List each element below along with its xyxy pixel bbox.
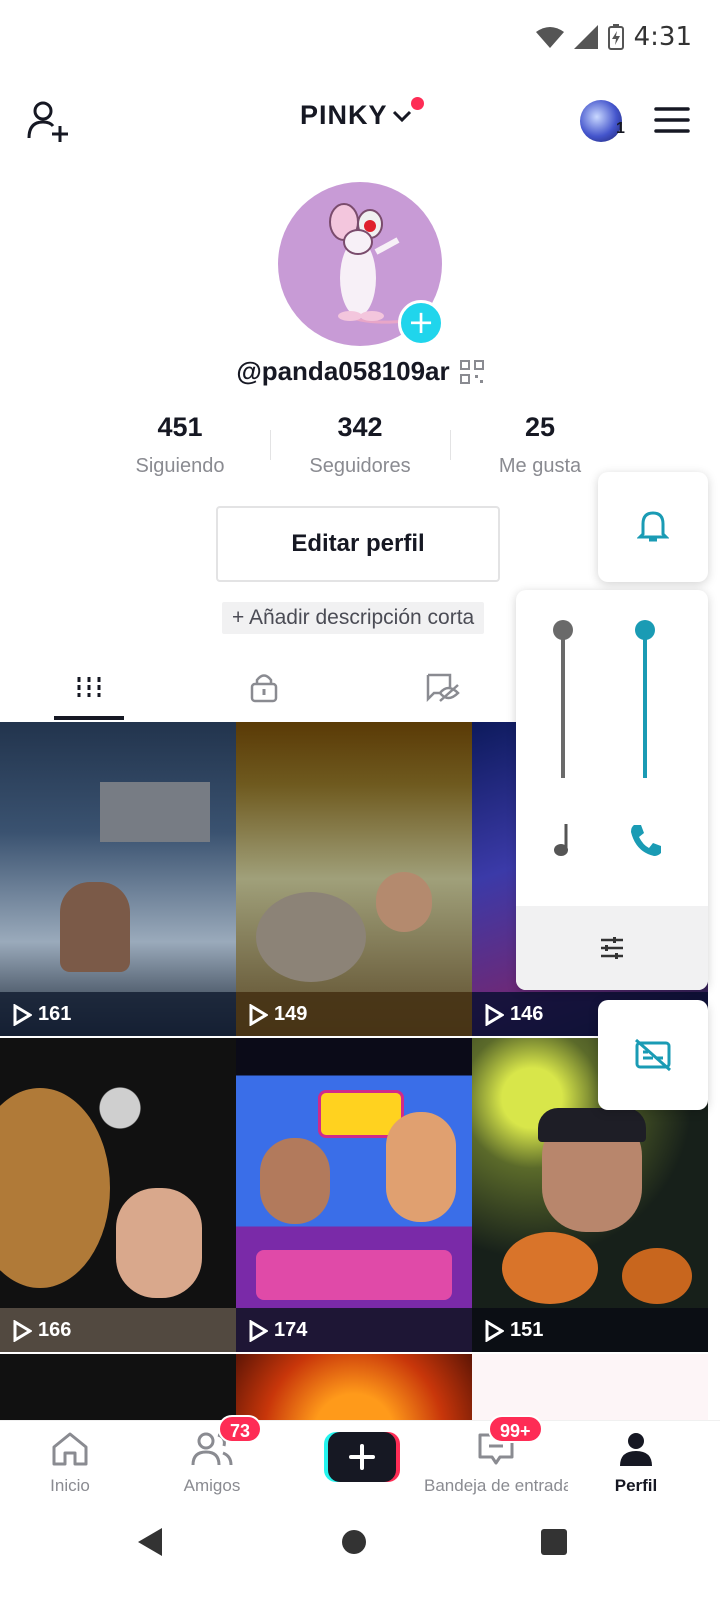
menu-icon[interactable] [654,106,690,134]
create-video-button[interactable] [324,1432,400,1482]
video-thumbnail[interactable] [472,1354,708,1420]
play-icon [13,1003,32,1026]
view-count-value: 161 [38,1003,72,1025]
video-thumbnail[interactable] [236,1354,472,1420]
view-count-value: 166 [38,1319,72,1341]
play-icon [13,1319,32,1342]
account-name: PINKY [300,100,388,130]
nav-home-label: Inicio [50,1476,90,1495]
clock: 4:31 [633,22,692,52]
view-count: 151 [484,1319,543,1342]
volume-panel [516,590,708,990]
qr-code-icon[interactable] [459,359,484,384]
view-count-value: 151 [510,1319,544,1341]
music-note-icon [554,824,568,856]
video-thumbnail[interactable]: 174 [236,1038,472,1352]
add-description-button[interactable]: + Añadir descripción corta [222,602,485,634]
following-count: 451 [157,412,203,442]
play-icon [249,1003,268,1026]
home-circle-icon[interactable] [340,1528,368,1556]
nav-home[interactable]: Inicio [0,1431,140,1496]
username: @panda058109ar [236,356,450,386]
video-thumbnail[interactable]: 149 [236,722,472,1036]
back-icon[interactable] [136,1526,164,1558]
bell-icon [637,511,669,542]
nav-inbox-label: Bandeja de entrada [424,1476,568,1495]
volume-settings-button[interactable] [516,906,708,990]
view-count: 146 [484,1003,543,1026]
video-thumbnail[interactable] [0,1354,236,1420]
view-count: 174 [248,1319,307,1342]
system-navigation-bar [0,1510,720,1600]
add-friend-icon[interactable] [26,98,72,144]
home-icon [52,1432,88,1466]
nav-profile[interactable]: Perfil [566,1431,706,1496]
recents-square-icon[interactable] [540,1528,568,1556]
videos-grid-icon [77,677,101,697]
nav-profile-label: Perfil [614,1476,658,1495]
followers-count: 342 [337,412,383,442]
phone-icon [631,825,661,856]
stat-following[interactable]: 451 Siguiendo [90,412,270,478]
tab-videos[interactable] [39,656,139,718]
status-bar: 4:31 [0,0,720,80]
likes-count: 25 [524,412,556,442]
stat-likes[interactable]: 25 Me gusta [450,412,630,478]
nav-friends[interactable]: Amigos 73 [142,1415,282,1496]
profile-stats: 451 Siguiendo 342 Seguidores 25 Me gusta [90,412,630,478]
notification-dot [411,97,424,110]
add-avatar-button[interactable]: + [398,300,444,346]
sliders-icon [601,937,623,959]
live-caption-button[interactable] [598,1000,708,1110]
following-label: Siguiendo [135,455,225,477]
account-count: 1 [616,120,625,137]
nav-friends-label: Amigos [183,1476,241,1495]
stat-followers[interactable]: 342 Seguidores [270,412,450,478]
profile-icon [620,1433,652,1466]
active-tab-indicator [54,716,124,720]
play-icon [485,1003,504,1026]
call-volume-slider[interactable] [635,620,655,780]
play-icon [249,1319,268,1342]
view-count-value: 146 [510,1003,544,1025]
view-count: 166 [12,1319,71,1342]
captions-off-icon [635,1038,671,1072]
edit-profile-button[interactable]: Editar perfil [216,506,500,582]
nav-inbox[interactable]: Bandeja de entrada 99+ [424,1415,568,1496]
status-icons: 4:31 [535,22,692,52]
friends-badge: 73 [218,1415,263,1443]
view-count-value: 149 [274,1003,308,1025]
view-count-value: 174 [274,1319,308,1341]
chevron-down-icon [392,110,411,122]
username-row: @panda058109ar [0,356,720,387]
hidden-eye-icon [426,673,460,703]
account-switcher[interactable]: PINKY [300,100,412,131]
view-count: 149 [248,1003,307,1026]
video-thumbnail[interactable]: 161 [0,722,236,1036]
ring-mode-button[interactable] [598,472,708,582]
signal-icon [573,25,598,49]
tab-hidden[interactable] [392,656,492,718]
inbox-badge: 99+ [488,1415,543,1443]
followers-label: Seguidores [309,455,411,477]
view-count: 161 [12,1003,71,1026]
lock-icon [250,674,278,703]
video-thumbnail[interactable]: 166 [0,1038,236,1352]
play-icon [485,1319,504,1342]
tab-private[interactable] [214,656,314,718]
wifi-icon [535,27,564,48]
battery-charging-icon [607,24,624,50]
